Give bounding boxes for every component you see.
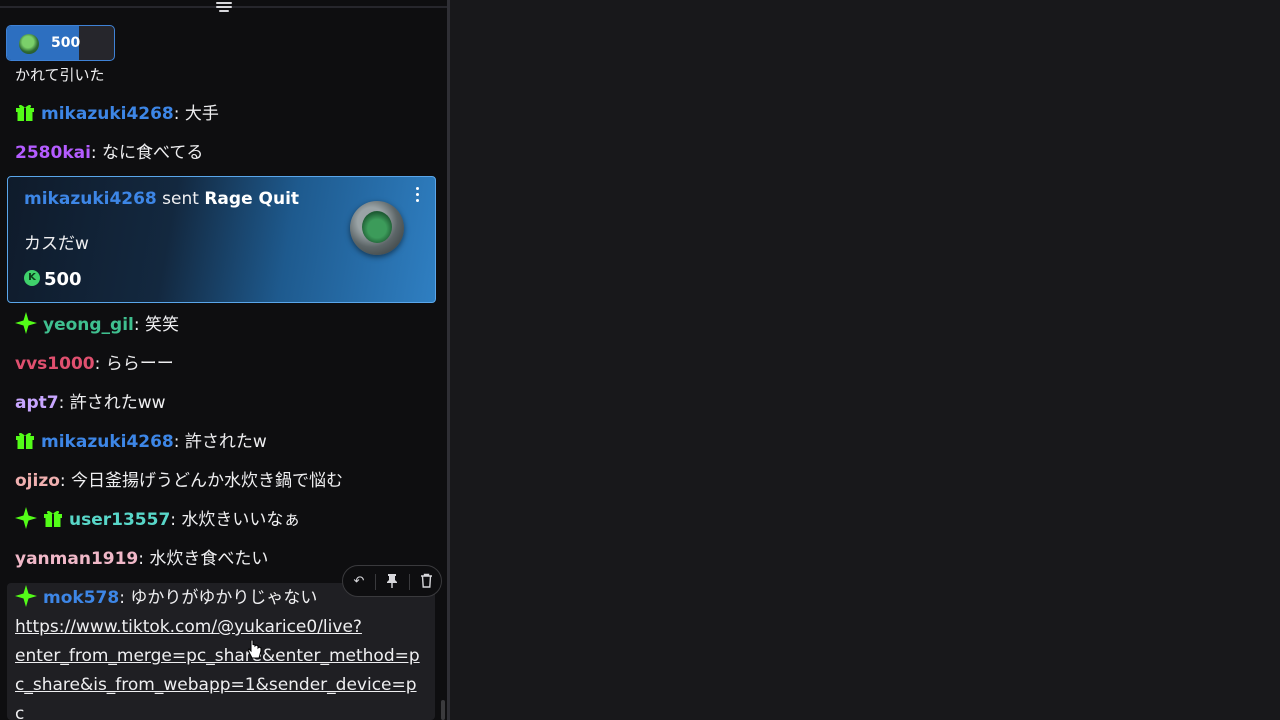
chat-message[interactable]: vvs1000: ららーー [15, 353, 174, 375]
message-link-line-3[interactable]: c_share&is_from_webapp=1&sender_device=p [15, 675, 417, 695]
collapse-menu-icon[interactable] [214, 0, 234, 14]
gift-subscriber-badge-icon [16, 104, 34, 121]
gift-alert-header: mikazuki4268 sent Rage Quit [24, 189, 299, 209]
gift-alert-card[interactable]: mikazuki4268 sent Rage Quit カスだw K 500 [7, 176, 436, 303]
panel-divider[interactable] [447, 0, 450, 720]
chat-message[interactable]: mikazuki4268: 許されたw [15, 431, 267, 453]
chat-username[interactable]: mikazuki4268 [41, 432, 174, 452]
more-options-icon[interactable] [414, 187, 420, 203]
message-action-toolbar: ↶ [342, 565, 442, 597]
chat-message-text: : 許されたww [58, 393, 166, 413]
message-link-line-2[interactable]: enter_from_merge=pc_share&enter_method=p [15, 646, 420, 666]
gift-subscriber-badge-icon [44, 510, 62, 527]
chat-message-text: : なに食べてる [90, 143, 204, 163]
sparkle-badge-icon [15, 585, 37, 607]
chat-message[interactable]: yeong_gil: 笑笑 [15, 312, 180, 336]
sparkle-badge-icon [15, 507, 37, 529]
pinned-gift-progress[interactable]: 500 [6, 25, 115, 61]
rage-quit-coin-icon [350, 201, 404, 255]
delete-icon[interactable] [417, 573, 435, 591]
chat-message-hovered[interactable]: mok578: ゆかりがゆかりじゃない [15, 585, 318, 609]
chat-panel: 500 かれて引いた mikazuki4268: 大手 2580kai: なに食べ… [0, 0, 447, 720]
chat-message-text: : 水炊きいいなぁ [170, 510, 301, 530]
chat-message[interactable]: apt7: 許されたww [15, 392, 166, 414]
gift-amount-value: 500 [44, 269, 82, 290]
chat-username[interactable]: yanman1919 [15, 549, 138, 569]
mouse-cursor-icon [248, 640, 262, 659]
chat-message-text: : ゆかりがゆかりじゃない [119, 588, 318, 608]
chat-username[interactable]: mok578 [43, 588, 119, 608]
gift-name: Rage Quit [204, 189, 300, 209]
chat-username[interactable]: apt7 [15, 393, 59, 413]
chat-username[interactable]: ojizo [15, 471, 60, 491]
gift-sender-username[interactable]: mikazuki4268 [24, 189, 157, 209]
gift-sent-text: sent [156, 189, 205, 209]
chat-message-partial: かれて引いた [15, 66, 105, 84]
gift-subscriber-badge-icon [16, 432, 34, 449]
chat-username[interactable]: user13557 [69, 510, 170, 530]
kick-coin-icon: K [24, 270, 40, 286]
sparkle-badge-icon [15, 312, 37, 334]
reply-icon[interactable]: ↶ [350, 573, 368, 591]
chat-message[interactable]: 2580kai: なに食べてる [15, 142, 203, 164]
pin-icon[interactable] [383, 573, 401, 591]
chat-message-text: : 大手 [173, 104, 219, 124]
chat-username[interactable]: yeong_gil [43, 315, 134, 335]
stream-area [450, 0, 1280, 720]
chat-message-text: : 今日釜揚げうどんか水炊き鍋で悩む [59, 471, 344, 491]
chat-message-text: : ららーー [94, 354, 174, 374]
message-link-line-1[interactable]: https://www.tiktok.com/@yukarice0/live? [15, 617, 362, 637]
chat-message-text: : 許されたw [173, 432, 267, 452]
chat-username[interactable]: 2580kai [15, 143, 91, 163]
chat-message-text: : 水炊き食べたい [138, 549, 269, 569]
chat-username[interactable]: vvs1000 [15, 354, 95, 374]
pinned-gift-amount: 500 [51, 35, 81, 51]
chat-message[interactable]: ojizo: 今日釜揚げうどんか水炊き鍋で悩む [15, 470, 343, 492]
rage-quit-gift-icon [19, 34, 39, 54]
gift-amount: K 500 [24, 269, 82, 290]
chat-message[interactable]: mikazuki4268: 大手 [15, 103, 219, 125]
gift-message: カスだw [24, 234, 89, 254]
chat-message[interactable]: yanman1919: 水炊き食べたい [15, 548, 268, 570]
chat-scrollbar[interactable] [441, 700, 445, 720]
chat-message[interactable]: user13557: 水炊きいいなぁ [15, 507, 301, 531]
chat-message-text: : 笑笑 [133, 315, 180, 335]
chat-username[interactable]: mikazuki4268 [41, 104, 174, 124]
message-link-line-4[interactable]: c [15, 704, 24, 720]
